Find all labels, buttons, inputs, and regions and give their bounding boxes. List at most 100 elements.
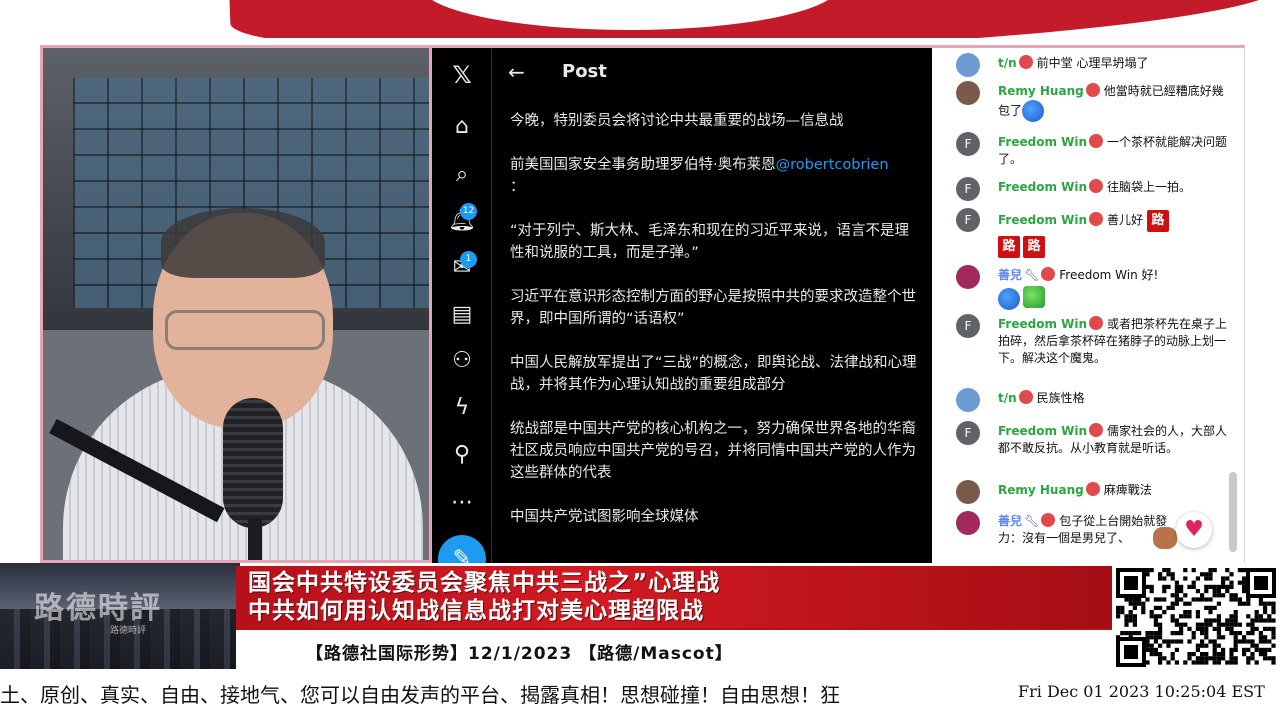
qr-module	[1212, 643, 1217, 648]
qr-module	[1233, 618, 1238, 623]
chat-scrollbar[interactable]	[1229, 472, 1237, 552]
qr-module	[1216, 593, 1221, 598]
qr-module	[1170, 605, 1175, 610]
chat-author[interactable]: Freedom Win	[998, 424, 1087, 438]
search-icon[interactable]: ⌕	[447, 160, 477, 190]
communities-icon[interactable]: ⚇	[447, 346, 477, 376]
qr-module	[1174, 589, 1179, 594]
qr-module	[1229, 660, 1234, 665]
qr-module	[1170, 656, 1175, 661]
member-badge-icon	[1089, 212, 1104, 226]
host-glasses	[165, 310, 325, 350]
qr-module	[1179, 597, 1184, 602]
qr-module	[1212, 593, 1217, 598]
qr-module	[1208, 656, 1213, 661]
qr-module	[1132, 597, 1137, 602]
qr-module	[1183, 601, 1188, 606]
brand-subtitle: 路德時評	[110, 626, 147, 636]
chat-author[interactable]: Freedom Win	[998, 317, 1087, 331]
qr-module	[1183, 622, 1188, 627]
qr-module	[1145, 643, 1150, 648]
chat-author[interactable]: Freedom Win	[998, 135, 1087, 149]
qr-module	[1195, 597, 1200, 602]
chat-text: Freedom Win 好!	[1059, 268, 1159, 282]
qr-module	[1263, 639, 1268, 644]
qr-module	[1254, 618, 1259, 623]
qr-module	[1221, 635, 1226, 640]
qr-module	[1254, 660, 1259, 665]
qr-module	[1258, 652, 1263, 657]
post-paragraph: 习近平在意识形态控制方面的野心是按照中共的要求改造整个世界，即中国所谓的“话语权…	[510, 289, 916, 327]
qr-module	[1191, 584, 1196, 589]
qr-module	[1145, 568, 1150, 573]
qr-module	[1145, 647, 1150, 652]
qr-module	[1124, 597, 1129, 602]
qr-module	[1200, 643, 1205, 648]
qr-module	[1116, 610, 1121, 615]
chat-author[interactable]: t/n	[998, 56, 1017, 70]
member-badge-icon	[1089, 316, 1104, 330]
qr-module	[1158, 626, 1163, 631]
premium-bolt-icon[interactable]: ϟ	[447, 393, 477, 423]
qr-module	[1229, 631, 1234, 636]
qr-module	[1225, 568, 1230, 573]
qr-module	[1233, 660, 1238, 665]
qr-module	[1254, 626, 1259, 631]
chat-author[interactable]: 善兒	[998, 514, 1022, 528]
qr-module	[1145, 584, 1150, 589]
member-badge-icon	[1018, 55, 1033, 69]
qr-module	[1225, 618, 1230, 623]
qr-module	[1216, 614, 1221, 619]
show-info-bar: 【路德社国际形势】12/1/2023 【路德/Mascot】	[236, 628, 1112, 669]
post-paragraph: “对于列宁、斯大林、毛泽东和现在的习近平来说，语言不是理性和说服的工具，而是子弹…	[510, 223, 910, 261]
qr-module	[1233, 631, 1238, 636]
qr-module	[1242, 584, 1247, 589]
qr-module	[1225, 626, 1230, 631]
qr-module	[1158, 656, 1163, 661]
chat-author[interactable]: Freedom Win	[998, 213, 1087, 227]
qr-module	[1242, 580, 1247, 585]
chat-author[interactable]: 善兒	[998, 268, 1022, 282]
chat-author[interactable]: Remy Huang	[998, 483, 1084, 497]
member-badge-icon	[1085, 83, 1100, 97]
qr-module	[1170, 601, 1175, 606]
show-info-text: 【路德社国际形势】12/1/2023 【路德/Mascot】	[306, 644, 733, 664]
qr-module	[1263, 618, 1268, 623]
qr-module	[1149, 643, 1154, 648]
qr-module	[1149, 568, 1154, 573]
qr-module	[1145, 631, 1150, 636]
back-arrow-icon[interactable]: ←	[508, 60, 525, 84]
chat-author[interactable]: t/n	[998, 391, 1017, 405]
qr-module	[1170, 614, 1175, 619]
qr-module	[1179, 639, 1184, 644]
qr-module	[1250, 643, 1255, 648]
home-icon[interactable]: ⌂	[447, 112, 477, 142]
compose-post-button[interactable]: ✎	[438, 535, 486, 563]
qr-module	[1158, 652, 1163, 657]
qr-module	[1145, 635, 1150, 640]
qr-module	[1212, 652, 1217, 657]
news-ticker: 土、原创、真实、自由、接地气、您可以自由发声的平台、揭露真相！思想碰撞！自由思想…	[0, 669, 1280, 720]
profile-icon[interactable]: ⚲	[447, 440, 477, 470]
chat-author[interactable]: Freedom Win	[998, 180, 1087, 194]
more-options-icon[interactable]: ⋯	[447, 488, 477, 518]
qr-module	[1204, 656, 1209, 661]
qr-module	[1271, 610, 1276, 615]
avatar	[956, 480, 980, 504]
qr-module	[1191, 635, 1196, 640]
qr-module	[1170, 572, 1175, 577]
member-badge-icon	[1085, 482, 1100, 496]
chat-author[interactable]: Remy Huang	[998, 84, 1084, 98]
qr-module	[1221, 647, 1226, 652]
qr-module	[1149, 610, 1154, 615]
mention-link[interactable]: @robertcobrien	[776, 157, 889, 173]
qr-module	[1179, 631, 1184, 636]
qr-module	[1237, 622, 1242, 627]
lists-icon[interactable]: ▤	[447, 300, 477, 330]
qr-module	[1237, 639, 1242, 644]
heart-reaction-button[interactable]: ♥	[1176, 512, 1212, 548]
x-logo-icon[interactable]: 𝕏	[447, 60, 477, 90]
qr-module	[1229, 597, 1234, 602]
post-body: 今晚，特别委员会将讨论中共最重要的战场—信息战 前美国国家安全事务助理罗伯特·奥…	[510, 110, 920, 550]
qr-module	[1221, 576, 1226, 581]
